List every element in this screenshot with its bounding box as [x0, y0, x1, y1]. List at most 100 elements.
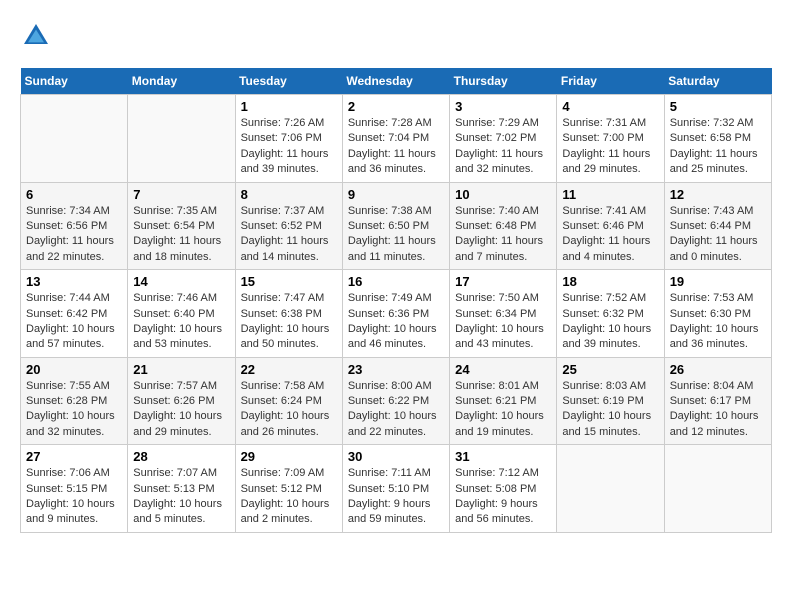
- day-info: Sunrise: 8:00 AMSunset: 6:22 PMDaylight:…: [348, 379, 444, 441]
- sunrise: Sunrise: 7:32 AM: [670, 116, 766, 131]
- sunrise: Sunrise: 7:40 AM: [455, 204, 551, 219]
- calendar-cell: 28Sunrise: 7:07 AMSunset: 5:13 PMDayligh…: [128, 445, 235, 533]
- day-number: 19: [670, 274, 766, 289]
- daylight-hours: Daylight: 10 hours and 32 minutes.: [26, 409, 122, 440]
- logo: [20, 20, 56, 52]
- day-number: 12: [670, 187, 766, 202]
- daylight-hours: Daylight: 10 hours and 53 minutes.: [133, 322, 229, 353]
- sunset: Sunset: 6:54 PM: [133, 219, 229, 234]
- day-number: 29: [241, 449, 337, 464]
- daylight-hours: Daylight: 10 hours and 50 minutes.: [241, 322, 337, 353]
- day-number: 18: [562, 274, 658, 289]
- calendar-cell: 26 Sunrise: 8:04 AMSunset: 6:17 PMDayligh…: [664, 357, 771, 445]
- weekday-header-sunday: Sunday: [21, 68, 128, 95]
- calendar-cell: 27Sunrise: 7:06 AMSunset: 5:15 PMDayligh…: [21, 445, 128, 533]
- sunset: Sunset: 6:24 PM: [241, 394, 337, 409]
- calendar-cell: 10 Sunrise: 7:40 AMSunset: 6:48 PMDayligh…: [450, 182, 557, 270]
- calendar-cell: [557, 445, 664, 533]
- sunset: Sunset: 6:32 PM: [562, 307, 658, 322]
- daylight-hours: Daylight: 10 hours and 22 minutes.: [348, 409, 444, 440]
- day-number: 6: [26, 187, 122, 202]
- day-number: 8: [241, 187, 337, 202]
- calendar-cell: 5Sunrise: 7:32 AMSunset: 6:58 PMDaylight…: [664, 95, 771, 183]
- day-number: 13: [26, 274, 122, 289]
- day-number: 24: [455, 362, 551, 377]
- logo-icon: [20, 20, 52, 52]
- day-info: Sunrise: 7:52 AMSunset: 6:32 PMDaylight:…: [562, 291, 658, 353]
- sunrise: Sunrise: 7:41 AM: [562, 204, 658, 219]
- sunset: Sunset: 6:46 PM: [562, 219, 658, 234]
- daylight-hours: Daylight: 10 hours and 57 minutes.: [26, 322, 122, 353]
- day-info: Sunrise: 8:01 AMSunset: 6:21 PMDaylight:…: [455, 379, 551, 441]
- sunrise: Sunrise: 7:11 AM: [348, 466, 444, 481]
- sunrise: Sunrise: 7:55 AM: [26, 379, 122, 394]
- day-number: 26: [670, 362, 766, 377]
- calendar-cell: [128, 95, 235, 183]
- day-info: Sunrise: 8:04 AMSunset: 6:17 PMDaylight:…: [670, 379, 766, 441]
- calendar-cell: 21Sunrise: 7:57 AMSunset: 6:26 PMDayligh…: [128, 357, 235, 445]
- daylight-hours: Daylight: 11 hours and 39 minutes.: [241, 147, 337, 178]
- day-info: Sunrise: 7:46 AMSunset: 6:40 PMDaylight:…: [133, 291, 229, 353]
- day-info: Sunrise: 7:44 AMSunset: 6:42 PMDaylight:…: [26, 291, 122, 353]
- day-number: 2: [348, 99, 444, 114]
- day-info: Sunrise: 7:41 AMSunset: 6:46 PMDaylight:…: [562, 204, 658, 266]
- daylight-hours: Daylight: 11 hours and 0 minutes.: [670, 234, 766, 265]
- sunset: Sunset: 5:15 PM: [26, 482, 122, 497]
- day-number: 7: [133, 187, 229, 202]
- sunrise: Sunrise: 7:34 AM: [26, 204, 122, 219]
- day-info: Sunrise: 8:03 AMSunset: 6:19 PMDaylight:…: [562, 379, 658, 441]
- daylight-hours: Daylight: 11 hours and 14 minutes.: [241, 234, 337, 265]
- day-info: Sunrise: 7:49 AMSunset: 6:36 PMDaylight:…: [348, 291, 444, 353]
- calendar-cell: 25Sunrise: 8:03 AMSunset: 6:19 PMDayligh…: [557, 357, 664, 445]
- page-header: [20, 20, 772, 52]
- calendar-cell: 12 Sunrise: 7:43 AMSunset: 6:44 PMDayligh…: [664, 182, 771, 270]
- sunset: Sunset: 6:26 PM: [133, 394, 229, 409]
- day-info: Sunrise: 7:11 AMSunset: 5:10 PMDaylight:…: [348, 466, 444, 528]
- daylight-hours: Daylight: 10 hours and 2 minutes.: [241, 497, 337, 528]
- daylight-hours: Daylight: 10 hours and 9 minutes.: [26, 497, 122, 528]
- sunset: Sunset: 5:08 PM: [455, 482, 551, 497]
- day-number: 31: [455, 449, 551, 464]
- day-number: 10: [455, 187, 551, 202]
- daylight-hours: Daylight: 10 hours and 5 minutes.: [133, 497, 229, 528]
- sunrise: Sunrise: 7:43 AM: [670, 204, 766, 219]
- calendar-cell: 4Sunrise: 7:31 AMSunset: 7:00 PMDaylight…: [557, 95, 664, 183]
- day-info: Sunrise: 7:40 AMSunset: 6:48 PMDaylight:…: [455, 204, 551, 266]
- calendar-cell: 24 Sunrise: 8:01 AMSunset: 6:21 PMDayligh…: [450, 357, 557, 445]
- calendar-header: SundayMondayTuesdayWednesdayThursdayFrid…: [21, 68, 772, 95]
- sunset: Sunset: 6:58 PM: [670, 131, 766, 146]
- calendar-week-5: 27Sunrise: 7:06 AMSunset: 5:15 PMDayligh…: [21, 445, 772, 533]
- daylight-hours: Daylight: 10 hours and 19 minutes.: [455, 409, 551, 440]
- day-number: 27: [26, 449, 122, 464]
- sunset: Sunset: 6:17 PM: [670, 394, 766, 409]
- daylight-hours: Daylight: 10 hours and 26 minutes.: [241, 409, 337, 440]
- day-number: 17: [455, 274, 551, 289]
- calendar-cell: 14Sunrise: 7:46 AMSunset: 6:40 PMDayligh…: [128, 270, 235, 358]
- daylight-hours: Daylight: 11 hours and 22 minutes.: [26, 234, 122, 265]
- sunset: Sunset: 6:48 PM: [455, 219, 551, 234]
- daylight-hours: Daylight: 11 hours and 25 minutes.: [670, 147, 766, 178]
- calendar-cell: 7Sunrise: 7:35 AMSunset: 6:54 PMDaylight…: [128, 182, 235, 270]
- calendar-cell: 17Sunrise: 7:50 AMSunset: 6:34 PMDayligh…: [450, 270, 557, 358]
- calendar-week-1: 1Sunrise: 7:26 AMSunset: 7:06 PMDaylight…: [21, 95, 772, 183]
- weekday-header-friday: Friday: [557, 68, 664, 95]
- daylight-hours: Daylight: 9 hours and 56 minutes.: [455, 497, 551, 528]
- day-info: Sunrise: 7:55 AMSunset: 6:28 PMDaylight:…: [26, 379, 122, 441]
- sunrise: Sunrise: 7:37 AM: [241, 204, 337, 219]
- day-info: Sunrise: 7:38 AMSunset: 6:50 PMDaylight:…: [348, 204, 444, 266]
- sunset: Sunset: 5:12 PM: [241, 482, 337, 497]
- day-number: 1: [241, 99, 337, 114]
- day-info: Sunrise: 7:43 AMSunset: 6:44 PMDaylight:…: [670, 204, 766, 266]
- sunrise: Sunrise: 7:52 AM: [562, 291, 658, 306]
- day-number: 28: [133, 449, 229, 464]
- calendar-cell: 9Sunrise: 7:38 AMSunset: 6:50 PMDaylight…: [342, 182, 449, 270]
- day-number: 30: [348, 449, 444, 464]
- sunset: Sunset: 6:19 PM: [562, 394, 658, 409]
- sunrise: Sunrise: 7:46 AM: [133, 291, 229, 306]
- calendar-table: SundayMondayTuesdayWednesdayThursdayFrid…: [20, 68, 772, 533]
- calendar-cell: 1Sunrise: 7:26 AMSunset: 7:06 PMDaylight…: [235, 95, 342, 183]
- sunrise: Sunrise: 7:57 AM: [133, 379, 229, 394]
- calendar-cell: 30 Sunrise: 7:11 AMSunset: 5:10 PMDayligh…: [342, 445, 449, 533]
- calendar-cell: 19 Sunrise: 7:53 AMSunset: 6:30 PMDayligh…: [664, 270, 771, 358]
- day-info: Sunrise: 7:53 AMSunset: 6:30 PMDaylight:…: [670, 291, 766, 353]
